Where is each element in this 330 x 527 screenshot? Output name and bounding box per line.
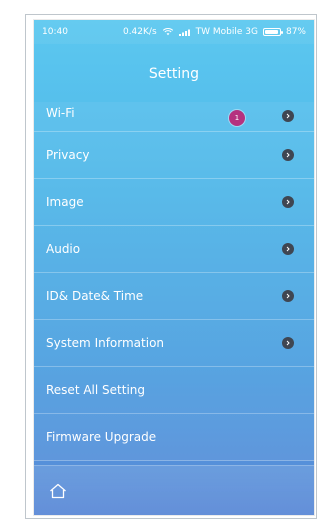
notification-badge: 1 — [229, 110, 245, 126]
status-bar: 10:40 0.42K/s TW Mobile 3G 87% — [34, 20, 314, 44]
menu-item-label: Privacy — [46, 148, 90, 162]
menu-item-label: Reset All Setting — [46, 383, 145, 397]
carrier-name: TW Mobile 3G — [195, 27, 258, 37]
home-icon[interactable] — [49, 483, 67, 499]
page-title: Setting — [34, 44, 314, 104]
menu-item-label: Firmware Upgrade — [46, 430, 157, 444]
menu-item-reset-all-setting[interactable]: Reset All Setting — [34, 367, 314, 414]
battery-icon — [262, 28, 283, 36]
bottom-bar — [34, 465, 314, 515]
menu-item-label: Image — [46, 195, 84, 209]
chevron-right-icon — [282, 243, 294, 255]
wifi-icon — [162, 28, 173, 36]
chevron-right-icon — [282, 196, 294, 208]
page-title-text: Setting — [148, 66, 200, 82]
battery-percent: 87% — [285, 27, 306, 37]
status-right: 0.42K/s TW Mobile 3G 87% — [123, 27, 306, 37]
settings-menu: Wi-Fi 1 Privacy Image Audio ID& Date& Ti… — [34, 102, 314, 461]
chevron-right-icon — [282, 337, 294, 349]
menu-item-label: Audio — [46, 242, 81, 256]
menu-item-label: System Information — [46, 336, 165, 350]
network-speed: 0.42K/s — [122, 27, 157, 37]
menu-item-privacy[interactable]: Privacy — [34, 132, 314, 179]
phone-screen: 10:40 0.42K/s TW Mobile 3G 87% Setting W… — [34, 20, 314, 515]
chevron-right-icon — [282, 149, 294, 161]
battery-fill — [264, 30, 278, 34]
menu-item-label: Wi-Fi — [46, 106, 75, 120]
menu-item-audio[interactable]: Audio — [34, 226, 314, 273]
menu-item-id-date-time[interactable]: ID& Date& Time — [34, 273, 314, 320]
menu-item-wifi[interactable]: Wi-Fi 1 — [34, 102, 314, 132]
menu-item-firmware-upgrade[interactable]: Firmware Upgrade — [34, 414, 314, 461]
menu-item-label: ID& Date& Time — [46, 289, 144, 303]
menu-item-image[interactable]: Image — [34, 179, 314, 226]
status-time: 10:40 — [42, 27, 68, 37]
chevron-right-icon — [282, 290, 294, 302]
signal-icon — [178, 29, 190, 36]
menu-item-system-information[interactable]: System Information — [34, 320, 314, 367]
chevron-right-icon — [282, 110, 294, 122]
